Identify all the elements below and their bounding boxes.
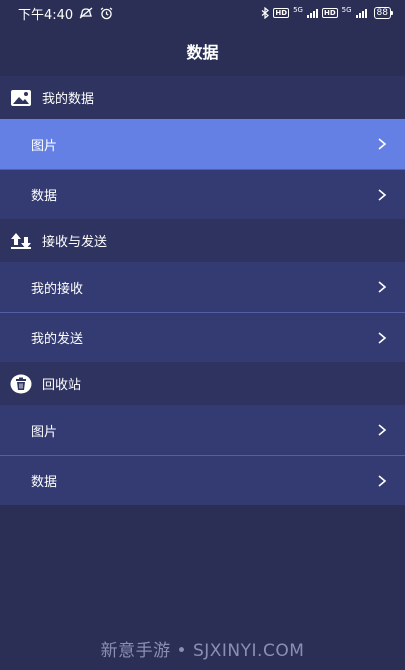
status-left: 下午4:40 (18, 4, 113, 23)
network-label-2: 5G (341, 5, 352, 14)
list-item-recycled-images[interactable]: 图片 (0, 405, 405, 455)
list-item-my-received[interactable]: 我的接收 (0, 262, 405, 312)
status-bar: 下午4:40 HD 5G HD 5G 88 (0, 0, 405, 26)
title-bar: 数据 (0, 26, 405, 76)
signal-icon (306, 8, 318, 18)
bluetooth-icon (261, 7, 270, 19)
status-right: HD 5G HD 5G 88 (261, 5, 394, 19)
mute-icon (79, 7, 94, 19)
list-item-my-sent[interactable]: 我的发送 (0, 312, 405, 362)
chevron-right-icon (377, 188, 387, 202)
battery-icon: 88 (373, 7, 394, 19)
section-title: 回收站 (42, 378, 82, 393)
list-item-label: 我的接收 (31, 281, 84, 297)
alarm-icon (100, 6, 113, 20)
list-item-label: 图片 (31, 138, 58, 154)
network-label-1: 5G (293, 5, 303, 14)
chevron-right-icon (377, 137, 387, 151)
list-item-recycled-data[interactable]: 数据 (0, 455, 405, 505)
chevron-right-icon (377, 474, 387, 488)
list-item-my-data[interactable]: 数据 (0, 169, 405, 219)
chevron-right-icon (377, 280, 387, 294)
list-item-label: 图片 (31, 424, 58, 440)
chevron-right-icon (377, 423, 387, 437)
section-title: 接收与发送 (42, 235, 108, 250)
watermark: 新意手游 • SJXINYI.COM (100, 641, 305, 661)
signal-icon-2 (355, 8, 367, 18)
image-icon (10, 87, 32, 109)
list-item-label: 我的发送 (31, 332, 84, 347)
status-time: 下午4:40 (18, 7, 74, 23)
trash-icon (10, 373, 32, 395)
page-title: 数据 (186, 43, 219, 62)
list-item-label: 数据 (31, 475, 58, 490)
section-header-transfer: 接收与发送 (0, 219, 405, 262)
hd-badge-2: HD (321, 8, 338, 18)
section-header-recycle-bin: 回收站 (0, 362, 405, 405)
chevron-right-icon (377, 331, 387, 345)
list-item-my-images[interactable]: 图片 (0, 119, 405, 169)
list-item-label: 数据 (31, 189, 58, 204)
transfer-icon (10, 230, 32, 252)
section-title: 我的数据 (42, 92, 95, 107)
hd-badge-1: HD (273, 8, 290, 18)
section-header-my-data: 我的数据 (0, 76, 405, 119)
battery-level: 88 (376, 8, 388, 18)
